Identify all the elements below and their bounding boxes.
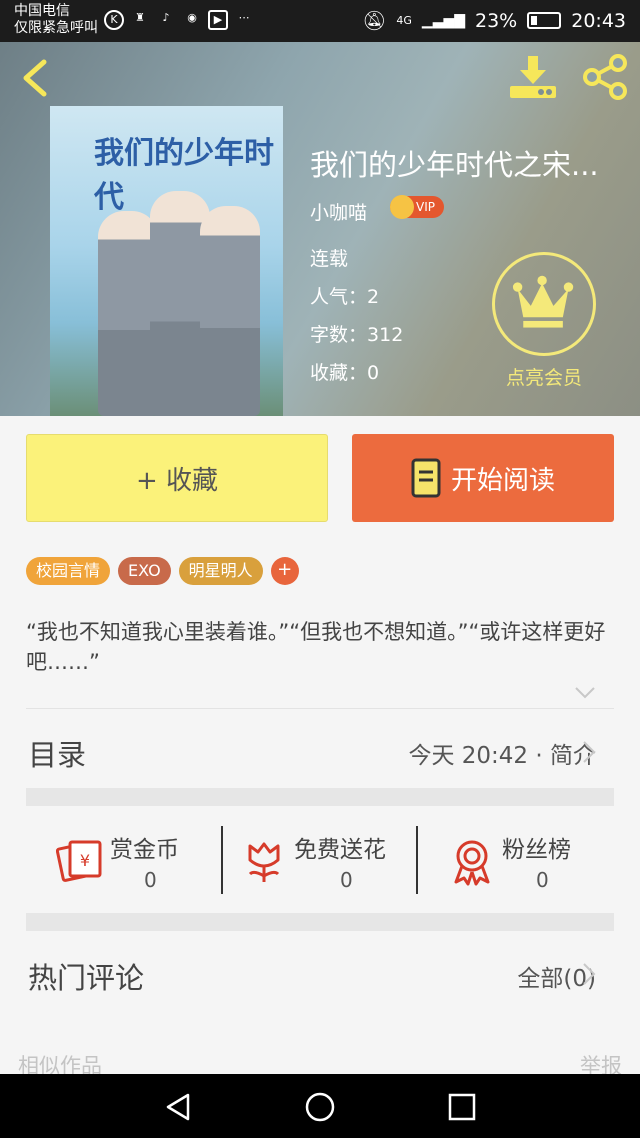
toc-updated: 今天 20:42 · 简介 [408, 743, 596, 769]
carrier-name: 中国电信 [14, 3, 70, 19]
serial-status: 连载 [310, 248, 349, 270]
fan-ranking[interactable]: 粉丝榜 0 [448, 826, 598, 894]
stat-divider [221, 826, 223, 894]
nav-back-icon[interactable] [164, 1092, 192, 1122]
favorite-button-label: + 收藏 [135, 465, 219, 496]
member-label[interactable]: 点亮会员 [490, 363, 598, 390]
free-flowers-label: 免费送花 [294, 837, 386, 863]
weibo-icon: ◉ [187, 11, 197, 24]
member-crown-button[interactable] [492, 252, 596, 356]
tiktok-icon: ♪ [162, 11, 170, 24]
word-count-label: 字数： [310, 324, 368, 346]
start-reading-label: 开始阅读 [450, 465, 555, 496]
red-envelope-icon: ¥ [56, 840, 102, 882]
flower-icon [248, 842, 280, 882]
book-cover[interactable]: 我们的少年时代 [50, 106, 283, 416]
popularity: 人气：2 [310, 282, 379, 309]
signal-type: 4G [396, 14, 412, 27]
battery-percent: 23% [475, 9, 518, 32]
svg-text:¥: ¥ [80, 851, 90, 870]
nav-home-icon[interactable] [304, 1091, 336, 1123]
vip-badge: VIP [390, 195, 444, 219]
popularity-value: 2 [367, 286, 380, 308]
status-bar: 中国电信 仅限紧急呼叫 K ♜ ♪ ◉ ▶ ⋯ 🔕︎ 4G ▁▃▅▇ 23% 2… [0, 0, 640, 42]
book-icon [411, 458, 441, 498]
emergency-text: 仅限紧急呼叫 [14, 20, 98, 36]
app-notify-icon: ♜ [135, 11, 145, 24]
free-flowers[interactable]: 免费送花 0 [240, 826, 410, 894]
crown-icon [512, 275, 574, 328]
favorites-value: 0 [367, 362, 380, 384]
download-icon[interactable] [508, 54, 558, 100]
reward-coins-label: 赏金币 [110, 837, 179, 863]
chevron-right-icon [583, 963, 596, 985]
tag-exo[interactable]: EXO [118, 557, 171, 585]
fan-ranking-value: 0 [536, 868, 549, 892]
nav-recent-apps-icon[interactable] [448, 1093, 476, 1121]
free-flowers-value: 0 [340, 868, 353, 892]
add-tag-button[interactable]: + [270, 557, 299, 585]
section-separator [26, 788, 614, 806]
section-separator [26, 913, 614, 931]
popularity-label: 人气： [310, 286, 368, 308]
cover-figure [200, 206, 260, 416]
stat-divider [416, 826, 418, 894]
carrier-info: 中国电信 仅限紧急呼叫 [14, 3, 98, 37]
medal-icon [454, 840, 490, 886]
tag-list: 校园言情 EXO 明星明人 + [26, 557, 299, 585]
book-title: 我们的少年时代之宋... [310, 148, 599, 182]
cover-figure [98, 211, 158, 416]
book-header: 我们的少年时代 我们的少年时代之宋... 小咖喵 VIP 连载 人气：2 字数：… [0, 42, 640, 416]
notification-icons: K ♜ ♪ ◉ ▶ ⋯ [104, 10, 254, 30]
tag-celebrity[interactable]: 明星明人 [178, 557, 263, 585]
status-right: 🔕︎ 4G ▁▃▅▇ 23% 20:43 [362, 9, 626, 33]
chevron-right-icon [583, 741, 596, 763]
signal-icon: ▁▃▅▇ [421, 12, 465, 29]
reward-coins[interactable]: ¥ 赏金币 0 [52, 826, 212, 894]
video-app-icon: ▶ [208, 10, 228, 30]
share-icon[interactable] [580, 54, 630, 100]
tag-campus-romance[interactable]: 校园言情 [26, 557, 111, 585]
mute-icon: 🔕︎ [362, 10, 387, 32]
start-reading-button[interactable]: 开始阅读 [352, 434, 614, 522]
expand-chevron-down-icon[interactable] [574, 686, 596, 700]
word-count-value: 312 [367, 324, 404, 346]
divider [26, 708, 614, 709]
word-count: 字数：312 [310, 320, 403, 347]
favorites-count: 收藏：0 [310, 358, 379, 385]
more-icon: ⋯ [238, 11, 250, 24]
clock: 20:43 [571, 9, 626, 32]
crown-badge-icon [390, 195, 414, 219]
author-name[interactable]: 小咖喵 [310, 198, 367, 225]
favorite-button[interactable]: + 收藏 [26, 434, 328, 522]
back-arrow-icon[interactable] [18, 58, 54, 98]
battery-icon [527, 12, 562, 29]
toc-label: 目录 [28, 738, 87, 772]
favorites-label: 收藏： [310, 362, 368, 384]
hot-comments-label: 热门评论 [28, 961, 145, 995]
vip-label: VIP [416, 200, 435, 214]
fan-ranking-label: 粉丝榜 [502, 837, 571, 863]
navigation-bar [0, 1074, 640, 1138]
book-synopsis: “我也不知道我心里装着谁。”“但我也不想知道。”“或许这样更好吧……” [26, 620, 606, 674]
reward-coins-value: 0 [144, 868, 157, 892]
app-k-icon: K [104, 10, 124, 30]
